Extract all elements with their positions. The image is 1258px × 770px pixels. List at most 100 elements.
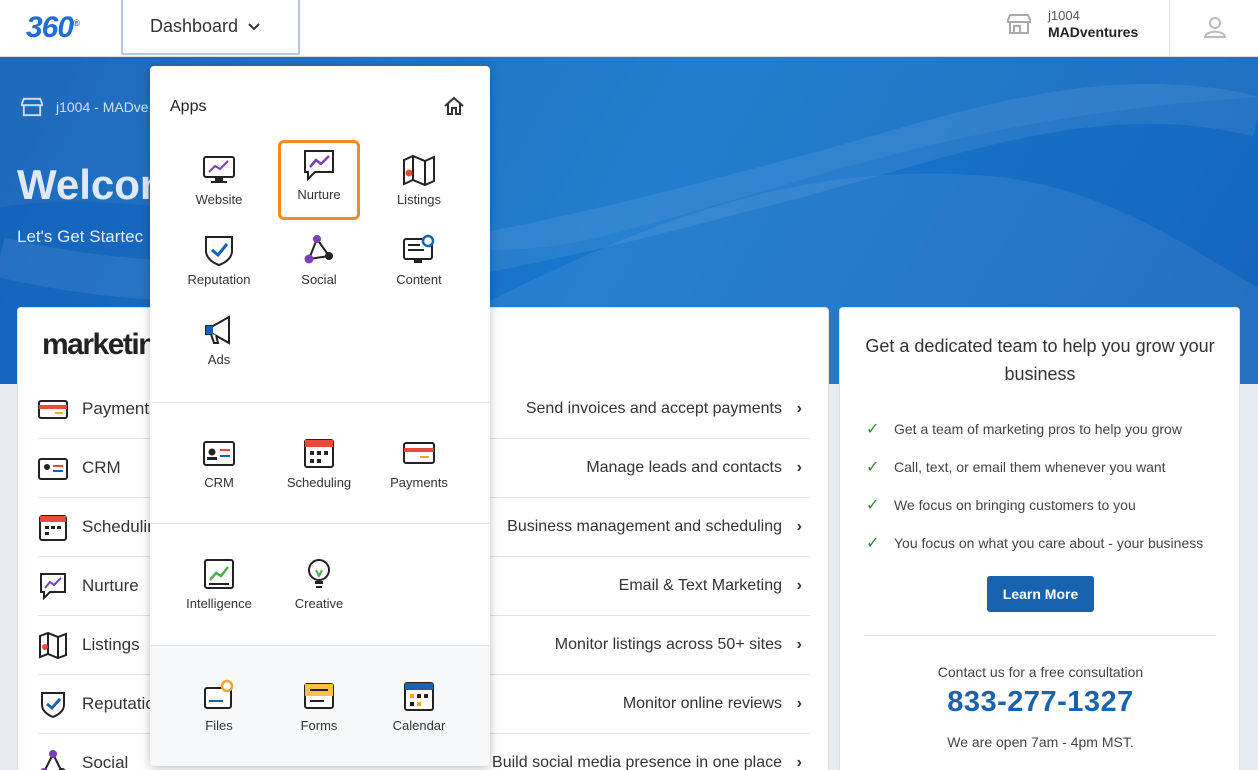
app-label: CRM <box>204 475 234 490</box>
app-listings[interactable]: Listings <box>378 146 460 226</box>
benefit-item: ✓ We focus on bringing customers to you <box>866 486 1203 524</box>
product-desc: Monitor listings across 50+ sites <box>554 636 782 653</box>
app-creative[interactable]: Creative <box>278 550 360 630</box>
chevron-right-icon: › <box>796 577 802 594</box>
product-desc: Build social media presence in one place <box>492 754 782 770</box>
home-icon[interactable] <box>443 96 465 116</box>
calendar-icon <box>404 682 434 711</box>
app-label: Intelligence <box>186 596 252 611</box>
logo-mark: ® <box>73 18 80 28</box>
nurture-icon <box>40 573 66 601</box>
top-bar: 360® Dashboard j1004 MADventures <box>0 0 1258 57</box>
chevron-right-icon: › <box>796 695 802 712</box>
app-label: Content <box>396 272 442 287</box>
chevron-right-icon: › <box>796 459 802 476</box>
product-desc: Send invoices and accept payments <box>525 400 782 417</box>
app-social[interactable]: Social <box>278 226 360 306</box>
benefit-text: You focus on what you care about - your … <box>894 535 1204 551</box>
side-card-title: Get a dedicated team to help you grow yo… <box>865 336 1215 384</box>
app-label: Creative <box>294 596 344 611</box>
breadcrumb-text: j1004 - MADve <box>56 99 149 115</box>
account-switcher[interactable]: j1004 MADventures <box>1006 8 1138 40</box>
store-icon <box>21 97 43 117</box>
menu-section-files: Files Forms Calendar <box>150 645 490 766</box>
payments-icon <box>403 442 435 464</box>
user-icon[interactable] <box>1203 15 1227 39</box>
listings-icon <box>403 154 435 187</box>
product-name: Reputatio <box>82 694 155 713</box>
app-forms[interactable]: Forms <box>278 672 360 752</box>
chevron-right-icon: › <box>796 518 802 535</box>
product-desc: Monitor online reviews <box>622 695 782 712</box>
welcome-heading: Welcon <box>17 161 166 208</box>
crm-icon <box>38 458 68 480</box>
learn-more-button[interactable]: Learn More <box>987 576 1094 612</box>
product-name: Listings <box>82 635 140 654</box>
divider <box>864 635 1216 636</box>
app-label: Nurture <box>297 187 341 202</box>
app-scheduling[interactable]: Scheduling <box>278 429 360 509</box>
listings-icon <box>39 631 67 660</box>
product-desc: Business management and scheduling <box>507 518 782 535</box>
benefit-text: Call, text, or email them whenever you w… <box>894 459 1166 475</box>
benefit-text: Get a team of marketing pros to help you… <box>894 421 1182 437</box>
welcome-subtitle: Let's Get Startec <box>17 227 144 246</box>
product-desc: Email & Text Marketing <box>618 577 782 594</box>
chevron-right-icon: › <box>796 754 802 770</box>
phone-number-link[interactable]: 833-277-1327 <box>840 686 1241 719</box>
dashboard-dropdown-button[interactable]: Dashboard <box>121 0 300 55</box>
dedicated-team-card: Get a dedicated team to help you grow yo… <box>839 307 1240 770</box>
app-crm[interactable]: CRM <box>178 429 260 509</box>
benefit-item: ✓ Call, text, or email them whenever you … <box>866 448 1203 486</box>
app-label: Payments <box>390 475 448 490</box>
account-name: MADventures <box>1048 24 1139 40</box>
brand-logo: marketin <box>42 328 157 361</box>
app-files[interactable]: Files <box>178 672 260 752</box>
check-icon: ✓ <box>866 421 880 438</box>
app-website[interactable]: Website <box>178 146 260 226</box>
logo-text: 360 <box>26 11 74 44</box>
app-content[interactable]: Content <box>378 226 460 306</box>
reputation-icon <box>41 692 65 719</box>
account-id: j1004 <box>1048 8 1080 23</box>
app-ads[interactable]: Ads <box>178 306 260 386</box>
divider <box>1169 0 1170 56</box>
product-desc: Manage leads and contacts <box>586 459 782 476</box>
product-name: Social <box>82 753 129 770</box>
benefit-item: ✓ Get a team of marketing pros to help yo… <box>866 410 1203 448</box>
chevron-down-icon <box>248 20 260 34</box>
dashboard-label: Dashboard <box>150 16 239 36</box>
chevron-right-icon: › <box>796 400 802 417</box>
benefit-item: ✓ You focus on what you care about - your… <box>866 524 1203 562</box>
menu-section-tools: CRM Scheduling Payments <box>150 402 490 524</box>
logo[interactable]: 360® <box>26 11 80 45</box>
app-intelligence[interactable]: Intelligence <box>178 550 260 630</box>
website-icon <box>203 156 235 183</box>
app-reputation[interactable]: Reputation <box>178 226 260 306</box>
apps-menu: Apps Website Nurture Listings Reputation… <box>150 66 490 766</box>
app-label: Calendar <box>392 718 446 733</box>
app-label: Social <box>301 272 337 287</box>
app-label: Scheduling <box>286 475 352 490</box>
app-payments[interactable]: Payments <box>378 429 460 509</box>
app-label: Listings <box>396 192 442 207</box>
content-icon <box>403 234 435 263</box>
app-label: Reputation <box>187 272 251 287</box>
app-nurture[interactable]: Nurture <box>278 140 360 220</box>
hours-text: We are open 7am - 4pm MST. <box>947 734 1134 750</box>
check-icon: ✓ <box>866 497 880 514</box>
reputation-icon <box>205 236 233 267</box>
product-name: CRM <box>82 458 121 477</box>
store-icon <box>1007 14 1031 34</box>
payments-icon <box>38 400 68 419</box>
social-icon <box>40 750 66 770</box>
crm-icon <box>203 441 235 466</box>
breadcrumb[interactable]: j1004 - MADve <box>20 97 149 117</box>
contact-text: Contact us for a free consultation <box>937 664 1144 680</box>
benefit-list: ✓ Get a team of marketing pros to help yo… <box>866 410 1203 562</box>
check-icon: ✓ <box>866 459 880 476</box>
menu-section-insights: Intelligence Creative <box>150 523 490 645</box>
app-calendar[interactable]: Calendar <box>378 672 460 752</box>
lightbulb-icon <box>308 559 330 588</box>
benefit-text: We focus on bringing customers to you <box>894 497 1136 513</box>
